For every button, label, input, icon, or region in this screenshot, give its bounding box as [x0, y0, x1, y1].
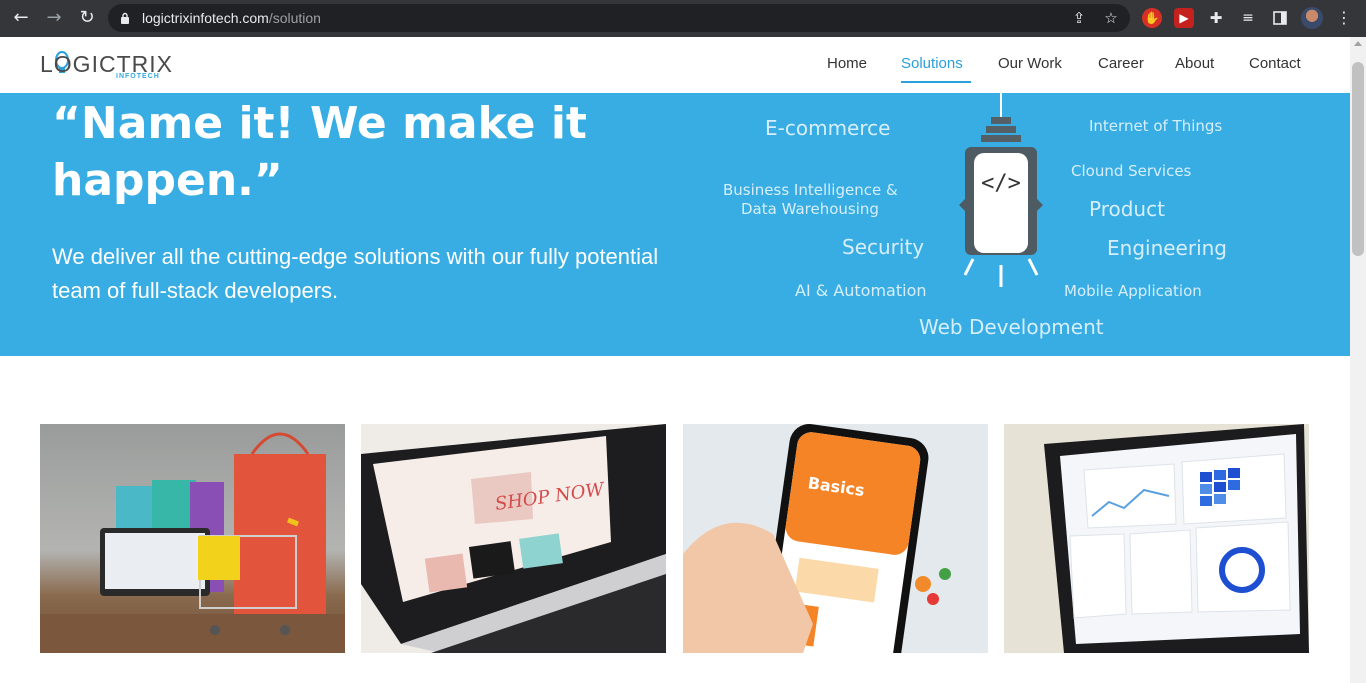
hero-subtitle: We deliver all the cutting-edge solution… [52, 244, 659, 303]
logo-subtitle: INFOTECH [116, 73, 160, 80]
tag-ai-automation: AI & Automation [795, 281, 927, 300]
tag-cloud-services: Clound Services [1071, 162, 1192, 180]
menu-kebab-icon[interactable]: ⋮ [1334, 8, 1354, 28]
shopping-cart-image [40, 432, 345, 653]
puzzle-extensions-icon[interactable]: ✚ [1206, 8, 1226, 28]
nav-career[interactable]: Career [1098, 55, 1144, 72]
video-extension-icon[interactable]: ▶ [1174, 8, 1194, 28]
address-bar[interactable]: logictrixinfotech.com/solution ⇪ ☆ [108, 4, 1130, 32]
svg-text:</>: </> [981, 171, 1021, 196]
analytics-dashboard-image [1004, 424, 1309, 653]
card-web-design-image[interactable]: SHOP NOW [361, 424, 666, 653]
side-panel-icon[interactable] [1270, 8, 1290, 28]
nav-our-work[interactable]: Our Work [998, 55, 1062, 72]
tag-data-warehousing: Data Warehousing [741, 200, 879, 218]
active-nav-indicator [901, 81, 971, 83]
hand-extension-icon[interactable]: ✋ [1142, 8, 1162, 28]
hero-title: “Name it! We make it happen.” [52, 98, 587, 206]
tag-product: Product [1089, 197, 1165, 221]
nav-about[interactable]: About [1175, 55, 1214, 72]
star-icon[interactable]: ☆ [1102, 9, 1120, 27]
tag-business-intelligence: Business Intelligence & [723, 181, 898, 199]
mobile-app-image: Basics [683, 424, 988, 653]
tag-iot: Internet of Things [1089, 117, 1223, 135]
share-icon[interactable]: ⇪ [1070, 9, 1088, 27]
card-analytics-image[interactable] [1004, 424, 1309, 653]
nav-home[interactable]: Home [827, 55, 867, 72]
tag-engineering: Engineering [1107, 236, 1227, 260]
lock-icon[interactable] [120, 12, 130, 24]
code-bulb-icon: </> [959, 93, 1043, 287]
nav-contact[interactable]: Contact [1249, 55, 1301, 72]
hero-banner: “Name it! We make it happen.” We deliver… [0, 93, 1350, 356]
card-ecommerce-image[interactable] [40, 424, 345, 653]
nav-solutions[interactable]: Solutions [901, 55, 963, 72]
back-arrow-icon[interactable]: ← [10, 7, 32, 29]
tag-mobile-application: Mobile Application [1064, 282, 1202, 300]
card-mobile-app-image[interactable]: Basics [683, 424, 988, 653]
ecommerce-laptop-image: SHOP NOW [361, 424, 666, 653]
scroll-up-arrow-icon[interactable] [1354, 41, 1362, 46]
tag-ecommerce: E-commerce [765, 116, 891, 140]
tag-security: Security [842, 235, 925, 259]
scrollbar-thumb[interactable] [1352, 62, 1364, 256]
site-header: LOGICTRIX INFOTECH Home Solutions Our Wo… [0, 37, 1350, 93]
logictrix-logo[interactable]: LOGICTRIX INFOTECH [40, 51, 172, 85]
media-playlist-icon[interactable]: ≡ [1238, 8, 1258, 28]
tag-web-development: Web Development [919, 315, 1104, 339]
reload-icon[interactable]: ↻ [76, 7, 98, 29]
url-text[interactable]: logictrixinfotech.com/solution [142, 10, 321, 26]
browser-toolbar: ← → ↻ logictrixinfotech.com/solution ⇪ ☆… [0, 0, 1366, 37]
forward-arrow-icon[interactable]: → [43, 7, 65, 29]
profile-avatar[interactable] [1301, 7, 1323, 29]
